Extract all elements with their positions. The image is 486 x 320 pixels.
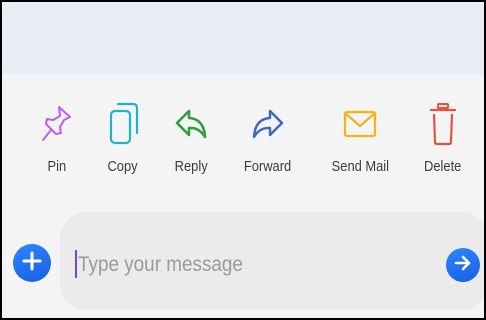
plus-icon xyxy=(22,251,42,276)
mail-icon xyxy=(342,102,378,146)
message-input-container xyxy=(60,212,484,310)
pin-icon xyxy=(39,102,75,146)
forward-icon xyxy=(250,102,286,146)
send-mail-label: Send Mail xyxy=(331,158,389,175)
message-actions-screen: Pin Copy Reply Forward Send Mail Delete … xyxy=(0,0,486,320)
reply-action[interactable]: Reply xyxy=(155,102,227,175)
text-cursor xyxy=(75,250,77,278)
header-area xyxy=(2,2,484,74)
add-attachment-button[interactable] xyxy=(13,244,51,282)
delete-action[interactable]: Delete xyxy=(407,102,479,175)
delete-label: Delete xyxy=(424,158,462,175)
copy-action[interactable]: Copy xyxy=(87,102,159,175)
reply-icon xyxy=(173,102,209,146)
pin-action[interactable]: Pin xyxy=(21,102,93,175)
arrow-right-icon xyxy=(453,253,473,278)
send-mail-action[interactable]: Send Mail xyxy=(324,102,396,175)
forward-action[interactable]: Forward xyxy=(232,102,304,175)
pin-label: Pin xyxy=(47,158,67,175)
copy-label: Copy xyxy=(107,158,139,175)
message-action-bar: Pin Copy Reply Forward Send Mail Delete xyxy=(2,74,484,204)
copy-icon xyxy=(105,102,141,146)
forward-label: Forward xyxy=(244,158,292,175)
message-input[interactable] xyxy=(78,252,348,278)
reply-label: Reply xyxy=(174,158,208,175)
trash-icon xyxy=(425,102,461,146)
send-button[interactable] xyxy=(446,248,480,282)
message-composer xyxy=(2,204,484,318)
